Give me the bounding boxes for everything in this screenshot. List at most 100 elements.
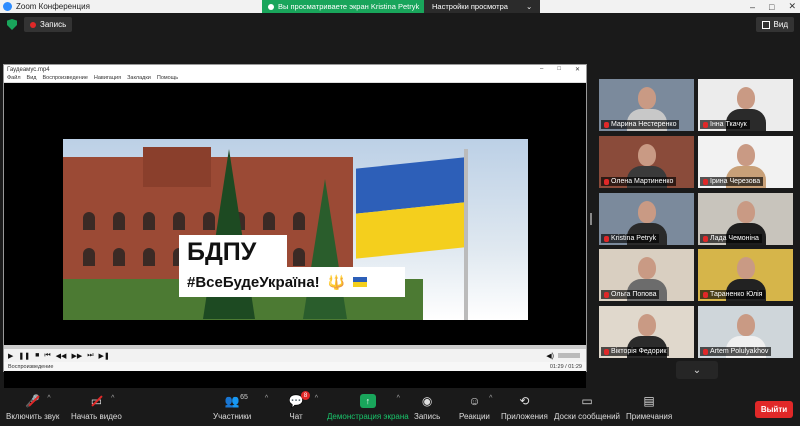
menu-help[interactable]: Помощь <box>157 75 178 81</box>
frame-title-bdpu: БДПУ <box>179 235 287 269</box>
participant-name-tag: Тараненко Юлія <box>700 290 766 299</box>
record-dot-icon <box>30 21 36 28</box>
pause-icon[interactable]: ❚❚ <box>18 352 30 360</box>
video-frame: БДПУ #ВсеБудеУкраїна! 🔱 <box>63 139 528 320</box>
microphone-muted-icon <box>604 291 609 298</box>
menu-bookmarks[interactable]: Закладки <box>127 75 151 81</box>
participant-tile[interactable]: Ірина Черезова <box>698 136 793 188</box>
microphone-muted-icon <box>604 178 609 185</box>
play-icon[interactable]: ▶ <box>8 352 13 360</box>
participant-name-tag: Марина Нестеренко <box>601 120 680 129</box>
participant-tile[interactable]: Олена Мартиненко <box>599 136 694 188</box>
skip-back-icon[interactable]: ⏮ <box>44 352 50 360</box>
record-icon: ◉ <box>421 394 433 408</box>
start-video-button[interactable]: ▭ ^ Начать видео <box>71 394 122 421</box>
speaker-icon[interactable]: ◀) <box>546 352 554 360</box>
player-close-button[interactable]: ✕ <box>575 66 580 73</box>
participant-tile[interactable]: Тараненко Юлія <box>698 249 793 301</box>
participant-tile[interactable]: Ольга Попова <box>599 249 694 301</box>
whiteboards-button[interactable]: ▭ Доски сообщений <box>554 394 620 421</box>
maximize-button[interactable]: □ <box>769 2 774 12</box>
notes-icon: ▤ <box>643 394 655 408</box>
participant-name: Марина Нестеренко <box>611 121 677 128</box>
share-screen-button[interactable]: ↑ ^ Демонстрация экрана <box>327 394 409 421</box>
unmute-button[interactable]: 🎤 ^ Включить звук <box>6 394 59 421</box>
gallery-next-page-button[interactable]: ⌄ <box>676 361 718 379</box>
menu-navigation[interactable]: Навигация <box>94 75 121 81</box>
close-button[interactable]: ✕ <box>788 1 796 12</box>
recording-indicator[interactable]: Запись <box>24 17 73 32</box>
rewind-icon[interactable]: ◀◀ <box>56 352 67 360</box>
forward-icon[interactable]: ▶▶ <box>71 352 82 360</box>
menu-playback[interactable]: Воспроизведение <box>42 75 87 81</box>
flag-pole <box>464 149 468 320</box>
player-statusbar: Воспроизведение 01:29 / 01:29 <box>4 362 586 371</box>
chevron-down-icon: ⌄ <box>692 364 702 376</box>
participant-name: Ольга Попова <box>611 291 657 298</box>
participant-tile[interactable]: Kristina Petryk <box>599 193 694 245</box>
stop-icon[interactable]: ■ <box>35 352 39 359</box>
chat-button[interactable]: 💬 8 ^ Чат <box>288 391 318 421</box>
apps-button[interactable]: ⟲ Приложения <box>501 394 548 421</box>
leave-button[interactable]: Выйти <box>755 401 793 418</box>
notes-button[interactable]: ▤ Примечания <box>626 394 672 421</box>
participant-face <box>637 201 656 223</box>
share-screen-icon: ↑ ^ <box>359 394 400 408</box>
participant-tile[interactable]: Вікторія Федорик <box>599 306 694 358</box>
participant-face <box>637 257 656 279</box>
participant-name: Інна Ткачук <box>710 121 747 128</box>
player-maximize-button[interactable]: □ <box>557 66 561 73</box>
participant-face <box>637 314 656 336</box>
view-button[interactable]: Вид <box>755 17 794 32</box>
participant-name-tag: Вікторія Федорик <box>601 347 670 356</box>
meeting-toolbar: 🎤 ^ Включить звук ▭ ^ Начать видео 👥 65 ^ Уч… <box>0 388 800 426</box>
participant-face <box>637 144 656 166</box>
whiteboard-icon: ▭ <box>581 394 593 408</box>
player-time: 01:29 / 01:29 <box>549 363 582 370</box>
view-settings-label: Настройки просмотра <box>432 2 508 11</box>
menu-file[interactable]: Файл <box>7 75 21 81</box>
unmute-label: Включить звук <box>6 412 60 421</box>
microphone-muted-icon <box>703 121 708 128</box>
participant-face <box>736 257 755 279</box>
participant-name-tag: Інна Ткачук <box>700 120 750 129</box>
participant-face <box>736 201 755 223</box>
participant-tile[interactable]: Інна Ткачук <box>698 79 793 131</box>
microphone-muted-icon <box>703 178 708 185</box>
trident-icon: 🔱 <box>327 273 346 290</box>
microphone-muted-icon <box>703 235 708 242</box>
participants-count: 65 <box>240 394 248 401</box>
participants-button[interactable]: 👥 65 ^ Участники <box>213 394 268 421</box>
participants-label: Участники <box>213 412 252 421</box>
volume-slider[interactable] <box>558 353 580 358</box>
record-label: Запись <box>414 412 441 421</box>
chat-badge: 8 <box>301 391 310 400</box>
participant-tile[interactable]: Лада Чемоніна <box>698 193 793 245</box>
reactions-button[interactable]: ☺ ^ Реакции <box>459 394 492 421</box>
participant-tile[interactable]: Artem Polulyakhov <box>698 306 793 358</box>
zoom-logo-icon <box>3 2 12 11</box>
participant-name-tag: Лада Чемоніна <box>700 234 762 243</box>
menu-view[interactable]: Вид <box>27 75 37 81</box>
frame-step-icon[interactable]: ▶❚ <box>99 352 110 360</box>
grid-icon <box>761 20 770 29</box>
participant-name: Ірина Черезова <box>710 178 761 185</box>
panel-splitter[interactable] <box>590 213 592 225</box>
skip-forward-icon[interactable]: ⏭ <box>87 352 93 360</box>
player-controls: ▶ ❚❚ ■ ⏮ ◀◀ ▶▶ ⏭ ▶❚ ◀) <box>4 348 586 362</box>
participant-tile[interactable]: Марина Нестеренко <box>599 79 694 131</box>
participant-name: Kristina Petryk <box>611 235 657 242</box>
player-minimize-button[interactable]: – <box>540 66 543 73</box>
participant-name-tag: Ірина Черезова <box>700 177 764 186</box>
minimize-button[interactable]: – <box>750 2 755 12</box>
participant-name: Вікторія Федорик <box>611 348 667 355</box>
record-button[interactable]: ◉ Запись <box>414 394 440 421</box>
view-settings-button[interactable]: Настройки просмотра ⌄ <box>424 0 541 13</box>
security-shield-icon[interactable] <box>7 19 17 30</box>
share-indicator-icon <box>268 3 274 10</box>
chevron-down-icon: ⌄ <box>525 2 533 11</box>
ukraine-flag <box>356 157 464 259</box>
frame-hashtag-box: #ВсеБудеУкраїна! 🔱 <box>179 267 405 297</box>
frame-hashtag: #ВсеБудеУкраїна! <box>187 273 320 291</box>
microphone-muted-icon <box>703 291 708 298</box>
